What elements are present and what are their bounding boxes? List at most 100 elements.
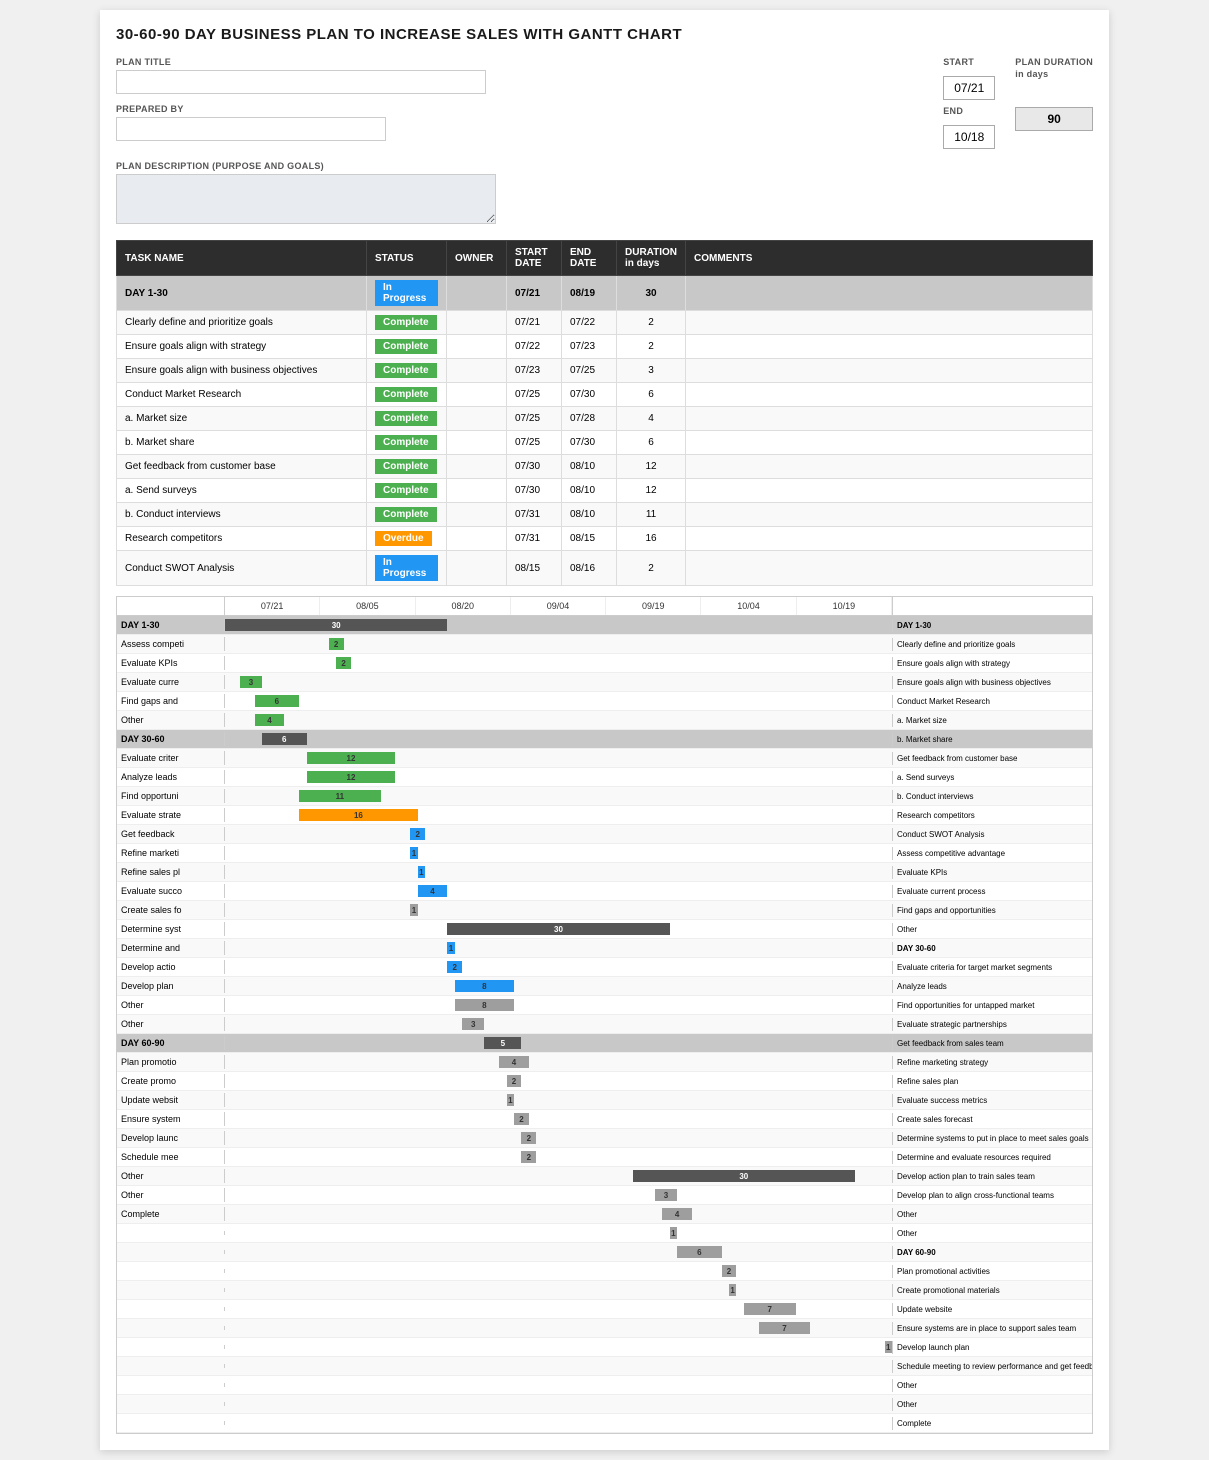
gantt-legend-item: Other bbox=[892, 923, 1092, 936]
gantt-bar: 2 bbox=[521, 1151, 536, 1163]
status-badge: Complete bbox=[375, 483, 437, 498]
gantt-legend-item: Update website bbox=[892, 1303, 1092, 1316]
gantt-task-name bbox=[117, 1250, 225, 1254]
gantt-chart-area: 12 bbox=[225, 768, 892, 786]
gantt-bar: 2 bbox=[410, 828, 425, 840]
gantt-bar: 1 bbox=[670, 1227, 677, 1239]
gantt-task-name: Get feedback bbox=[117, 827, 225, 841]
gantt-row: Find opportuni11b. Conduct interviews bbox=[117, 787, 1092, 806]
comments-cell bbox=[686, 503, 1093, 527]
start-date-cell: 07/22 bbox=[507, 335, 562, 359]
gantt-row: Other bbox=[117, 1395, 1092, 1414]
col-end: END DATE bbox=[562, 241, 617, 276]
end-date-cell: 07/28 bbox=[562, 407, 617, 431]
duration-group: PLAN DURATION in days 90 bbox=[1015, 57, 1093, 149]
gantt-chart-area: 2 bbox=[225, 1129, 892, 1147]
gantt-chart-area: 7 bbox=[225, 1319, 892, 1337]
end-date-cell: 08/10 bbox=[562, 455, 617, 479]
gantt-legend-item: Other bbox=[892, 1379, 1092, 1392]
gantt-legend-item: DAY 30-60 bbox=[892, 942, 1092, 955]
gantt-chart-area: 7 bbox=[225, 1300, 892, 1318]
gantt-row: Analyze leads12a. Send surveys bbox=[117, 768, 1092, 787]
start-date[interactable]: 07/21 bbox=[943, 76, 995, 100]
gantt-bar: 30 bbox=[447, 923, 669, 935]
gantt-bar: 2 bbox=[447, 961, 462, 973]
owner-cell bbox=[447, 527, 507, 551]
col-duration: DURATION in days bbox=[617, 241, 686, 276]
gantt-row: Other8Find opportunities for untapped ma… bbox=[117, 996, 1092, 1015]
task-name-cell: Conduct Market Research bbox=[117, 383, 367, 407]
gantt-chart-area: 2 bbox=[225, 635, 892, 653]
owner-cell bbox=[447, 311, 507, 335]
gantt-legend-item: Determine systems to put in place to mee… bbox=[892, 1132, 1092, 1145]
gantt-legend-item: Get feedback from sales team bbox=[892, 1037, 1092, 1050]
owner-cell bbox=[447, 551, 507, 586]
gantt-row: Assess competi2Clearly define and priori… bbox=[117, 635, 1092, 654]
status-badge: Complete bbox=[375, 459, 437, 474]
gantt-row: Schedule mee2Determine and evaluate reso… bbox=[117, 1148, 1092, 1167]
end-date[interactable]: 10/18 bbox=[943, 125, 995, 149]
gantt-task-name: Develop launc bbox=[117, 1131, 225, 1145]
gantt-legend-item: Create sales forecast bbox=[892, 1113, 1092, 1126]
gantt-legend-item: Develop launch plan bbox=[892, 1341, 1092, 1354]
gantt-legend-item: Refine sales plan bbox=[892, 1075, 1092, 1088]
status-cell: Complete bbox=[367, 335, 447, 359]
gantt-date-label: 09/19 bbox=[606, 597, 701, 615]
start-date-cell: 07/31 bbox=[507, 503, 562, 527]
task-name-cell: Clearly define and prioritize goals bbox=[117, 311, 367, 335]
duration-cell: 12 bbox=[617, 479, 686, 503]
end-date-cell: 08/10 bbox=[562, 503, 617, 527]
gantt-task-name bbox=[117, 1231, 225, 1235]
status-cell: Complete bbox=[367, 311, 447, 335]
end-date-cell: 07/25 bbox=[562, 359, 617, 383]
start-date-cell: 07/25 bbox=[507, 431, 562, 455]
duration-cell: 16 bbox=[617, 527, 686, 551]
gantt-task-name: Plan promotio bbox=[117, 1055, 225, 1069]
description-label: PLAN DESCRIPTION (PURPOSE AND GOALS) bbox=[116, 161, 1093, 171]
end-date-cell: 08/16 bbox=[562, 551, 617, 586]
gantt-legend-item: Ensure goals align with strategy bbox=[892, 657, 1092, 670]
duration-value[interactable]: 90 bbox=[1015, 107, 1093, 131]
prepared-by-input[interactable] bbox=[116, 117, 386, 141]
gantt-chart-area: 1 bbox=[225, 844, 892, 862]
table-row: a. Market size Complete 07/25 07/28 4 bbox=[117, 407, 1093, 431]
gantt-task-name: Develop actio bbox=[117, 960, 225, 974]
gantt-legend-item: Research competitors bbox=[892, 809, 1092, 822]
status-badge: Complete bbox=[375, 435, 437, 450]
gantt-legend-item: Refine marketing strategy bbox=[892, 1056, 1092, 1069]
page-title: 30-60-90 DAY BUSINESS PLAN TO INCREASE S… bbox=[116, 26, 1093, 43]
gantt-bar: 1 bbox=[447, 942, 454, 954]
table-row: Ensure goals align with strategy Complet… bbox=[117, 335, 1093, 359]
owner-cell bbox=[447, 383, 507, 407]
gantt-row: 1Other bbox=[117, 1224, 1092, 1243]
gantt-legend-item: Evaluate success metrics bbox=[892, 1094, 1092, 1107]
table-row: Clearly define and prioritize goals Comp… bbox=[117, 311, 1093, 335]
gantt-row: Update websit1Evaluate success metrics bbox=[117, 1091, 1092, 1110]
gantt-chart-area: 12 bbox=[225, 749, 892, 767]
main-container: 30-60-90 DAY BUSINESS PLAN TO INCREASE S… bbox=[100, 10, 1109, 1450]
owner-cell bbox=[447, 431, 507, 455]
gantt-row: Find gaps and6Conduct Market Research bbox=[117, 692, 1092, 711]
gantt-task-name: Find gaps and bbox=[117, 694, 225, 708]
plan-title-input[interactable] bbox=[116, 70, 486, 94]
prepared-by-label: PREPARED BY bbox=[116, 104, 923, 114]
gantt-task-name bbox=[117, 1364, 225, 1368]
gantt-bar: 4 bbox=[255, 714, 285, 726]
gantt-chart-area bbox=[225, 1395, 892, 1413]
table-row: a. Send surveys Complete 07/30 08/10 12 bbox=[117, 479, 1093, 503]
owner-cell bbox=[447, 407, 507, 431]
gantt-task-name: DAY 30-60 bbox=[117, 732, 225, 746]
duration-cell: 2 bbox=[617, 311, 686, 335]
description-input[interactable] bbox=[116, 174, 496, 224]
gantt-bar: 4 bbox=[499, 1056, 529, 1068]
gantt-task-name: Create sales fo bbox=[117, 903, 225, 917]
gantt-bar: 12 bbox=[307, 771, 396, 783]
gantt-legend-item: Get feedback from customer base bbox=[892, 752, 1092, 765]
gantt-legend-item: Other bbox=[892, 1208, 1092, 1221]
gantt-legend-item: Evaluate KPIs bbox=[892, 866, 1092, 879]
gantt-task-name bbox=[117, 1307, 225, 1311]
gantt-row: Other3Evaluate strategic partnerships bbox=[117, 1015, 1092, 1034]
task-name-cell: b. Conduct interviews bbox=[117, 503, 367, 527]
gantt-row: 1Create promotional materials bbox=[117, 1281, 1092, 1300]
gantt-legend-item: Find opportunities for untapped market bbox=[892, 999, 1092, 1012]
